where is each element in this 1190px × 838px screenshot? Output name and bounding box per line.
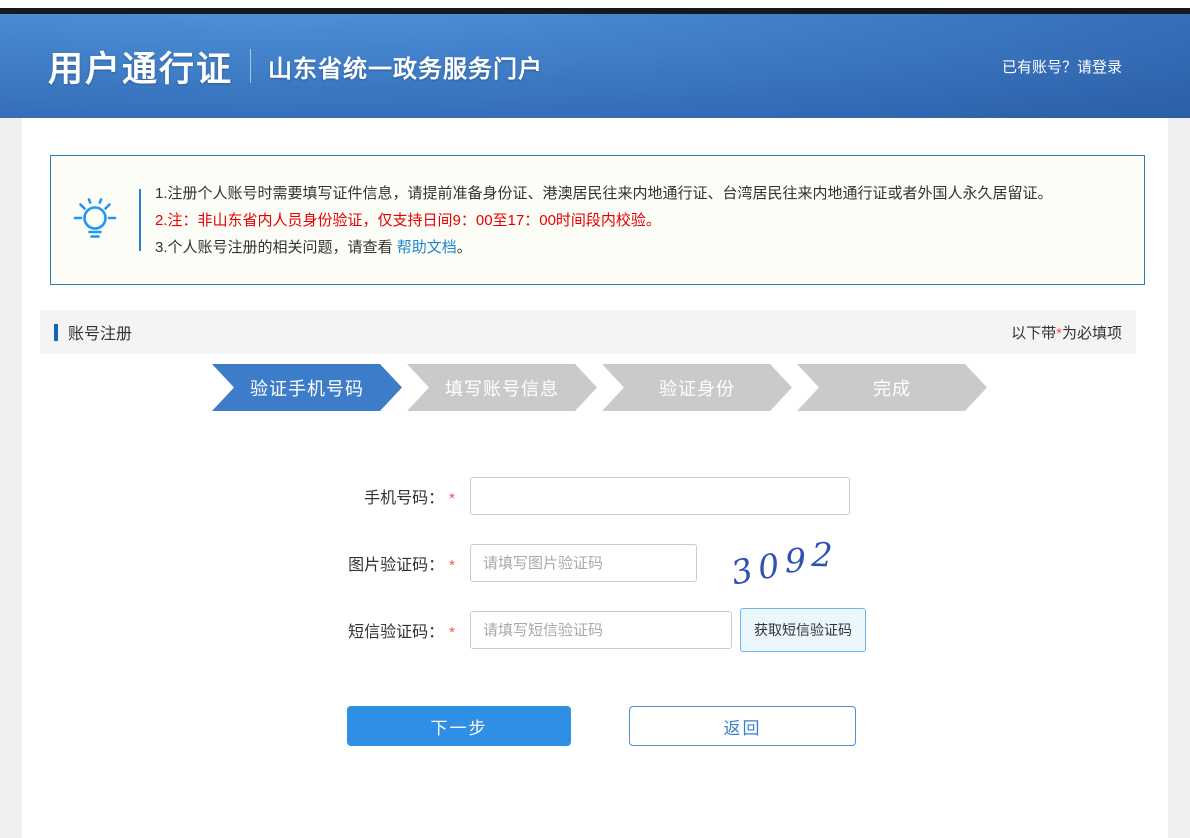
notice-box: 1.注册个人账号时需要填写证件信息，请提前准备身份证、港澳居民往来内地通行证、台… <box>50 155 1145 285</box>
site-header: 用户通行证 山东省统一政务服务门户 已有账号？请登录 <box>0 14 1190 118</box>
sms-captcha-label-text: 短信验证码： <box>348 624 444 641</box>
step-indicator: 验证手机号码 填写账号信息 验证身份 完成 <box>212 364 1168 411</box>
notice-line-3-text: 3.个人账号注册的相关问题，请查看 <box>155 239 397 256</box>
notice-line-3-suffix: 。 <box>457 239 472 256</box>
step-verify-identity: 验证身份 <box>602 364 792 411</box>
image-captcha-label-text: 图片验证码： <box>348 557 444 574</box>
form-actions: 下一步 返回 <box>347 706 1168 746</box>
image-captcha-label: 图片验证码： * <box>22 551 455 575</box>
section-title-accent-bar <box>54 324 58 341</box>
phone-input[interactable] <box>470 477 850 515</box>
captcha-image[interactable]: 3 0 9 2 <box>716 539 848 587</box>
sms-captcha-row: 短信验证码： * 获取短信验证码 <box>22 611 1168 649</box>
brand-divider <box>250 49 251 83</box>
section-title-text: 账号注册 <box>68 320 132 344</box>
required-note: 以下带*为必填项 <box>1011 322 1122 343</box>
required-note-suffix: 为必填项 <box>1062 325 1122 342</box>
captcha-digit-2: 0 <box>753 545 785 587</box>
notice-text: 1.注册个人账号时需要填写证件信息，请提前准备身份证、港澳居民往来内地通行证、台… <box>141 180 1053 261</box>
step-verify-phone: 验证手机号码 <box>212 364 402 411</box>
back-button[interactable]: 返回 <box>629 706 856 746</box>
content-card: 1.注册个人账号时需要填写证件信息，请提前准备身份证、港澳居民往来内地通行证、台… <box>22 118 1168 838</box>
captcha-digit-4: 2 <box>808 534 836 574</box>
next-step-button[interactable]: 下一步 <box>347 706 571 746</box>
section-header-bar: 账号注册 以下带*为必填项 <box>40 310 1136 354</box>
login-link[interactable]: 已有账号？请登录 <box>1002 56 1122 77</box>
required-note-prefix: 以下带 <box>1011 325 1056 342</box>
image-captcha-row: 图片验证码：* 3 0 9 2 <box>22 544 1168 582</box>
sms-captcha-input[interactable] <box>470 611 732 649</box>
phone-label-text: 手机号码： <box>364 490 444 507</box>
main-area: 1.注册个人账号时需要填写证件信息，请提前准备身份证、港澳居民往来内地通行证、台… <box>0 118 1190 838</box>
captcha-digit-3: 9 <box>781 540 809 580</box>
step-complete: 完成 <box>797 364 987 411</box>
brand: 用户通行证 山东省统一政务服务门户 <box>48 41 543 92</box>
image-captcha-input[interactable] <box>470 544 697 582</box>
sms-captcha-label: 短信验证码： * <box>22 618 455 642</box>
top-white-strip <box>0 0 1190 8</box>
help-doc-link[interactable]: 帮助文档 <box>397 239 457 256</box>
phone-label: 手机号码： * <box>22 484 455 508</box>
lightbulb-icon <box>51 193 139 247</box>
notice-line-3: 3.个人账号注册的相关问题，请查看 帮助文档。 <box>155 234 1053 261</box>
get-sms-code-button[interactable]: 获取短信验证码 <box>740 608 866 652</box>
notice-line-2: 2.注：非山东省内人员身份验证，仅支持日间9：00至17：00时间段内校验。 <box>155 207 1053 234</box>
phone-row: 手机号码： * <box>22 477 1168 515</box>
site-title: 用户通行证 <box>48 41 233 92</box>
image-captcha-required-star: * <box>449 557 455 574</box>
section-title: 账号注册 <box>54 320 132 344</box>
site-subtitle: 山东省统一政务服务门户 <box>268 49 543 84</box>
registration-form: 手机号码： * 图片验证码： * 3 0 9 2 短信验证码： * 获取短信验证码 <box>22 477 1168 746</box>
phone-required-star: * <box>449 490 455 507</box>
sms-captcha-required-star: * <box>449 624 455 641</box>
notice-line-1: 1.注册个人账号时需要填写证件信息，请提前准备身份证、港澳居民往来内地通行证、台… <box>155 180 1053 207</box>
step-fill-account-info: 填写账号信息 <box>407 364 597 411</box>
